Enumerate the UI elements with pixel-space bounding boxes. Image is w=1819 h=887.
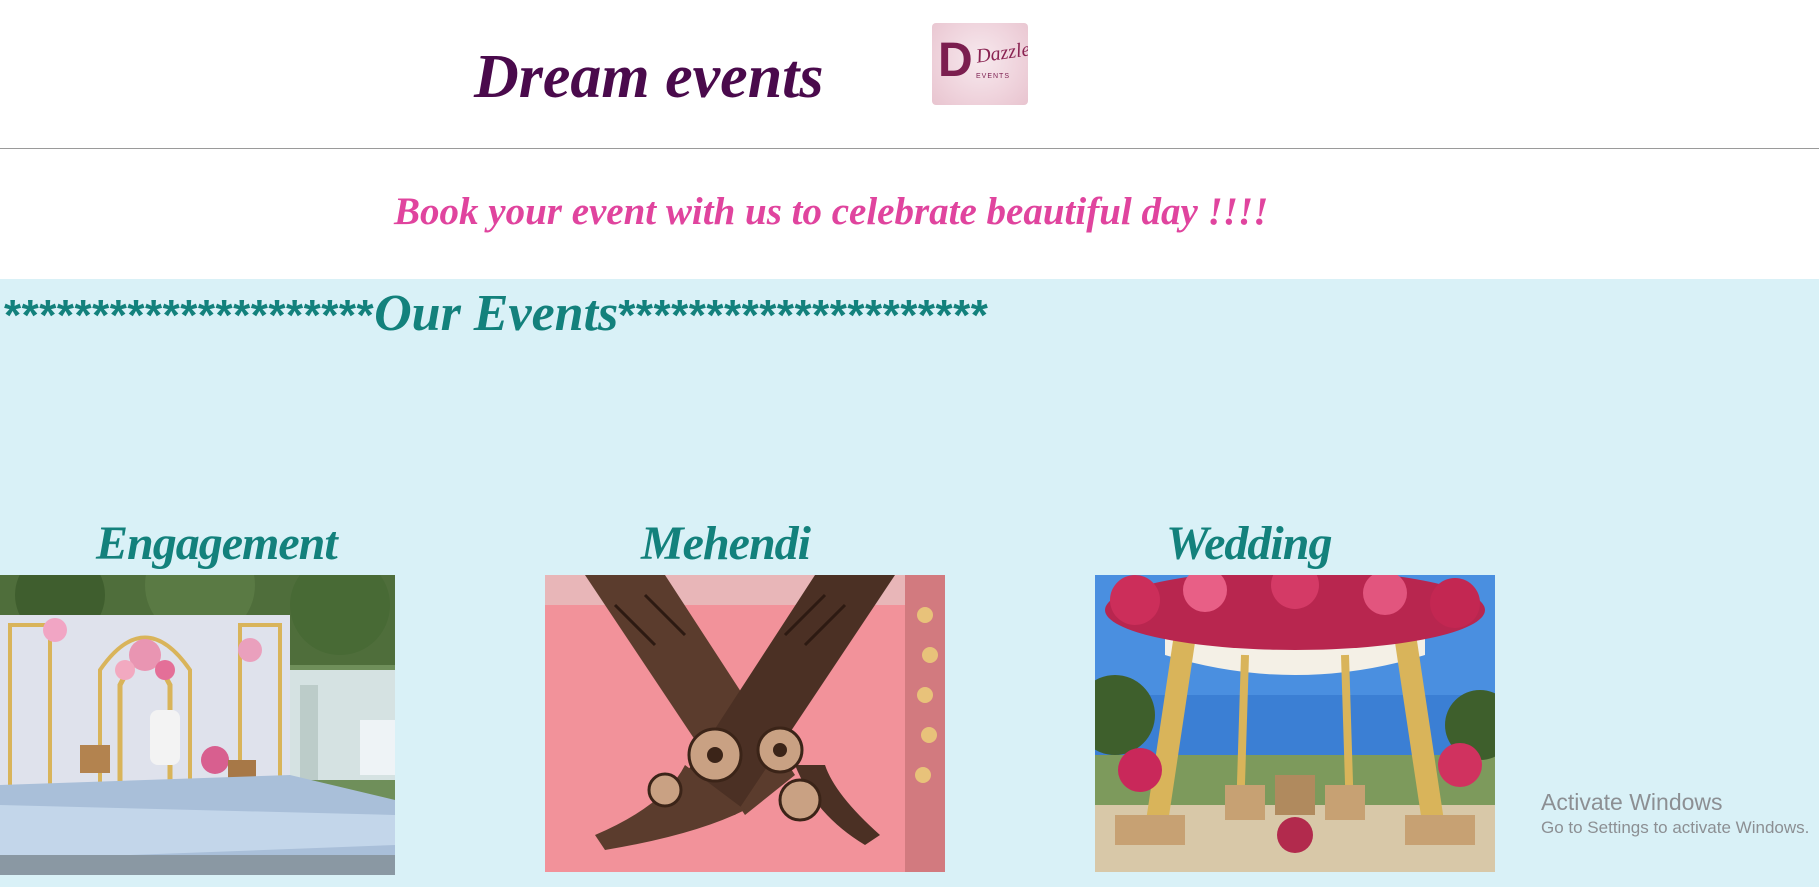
mehendi-image[interactable] (545, 575, 945, 872)
logo-script-text: Dazzle (974, 38, 1028, 68)
events-heading: *********************Our Events*********… (4, 283, 988, 345)
logo-letter: D (938, 34, 973, 87)
activate-windows-watermark: Activate Windows Go to Settings to activ… (1541, 789, 1809, 839)
heading-stars-left: ********************* (4, 291, 375, 340)
site-header: Dream events D Dazzle EVENTS (0, 0, 1819, 149)
wedding-image[interactable] (1095, 575, 1495, 872)
engagement-image[interactable] (0, 575, 395, 875)
tagline: Book your event with us to celebrate bea… (394, 190, 1269, 233)
engagement-title: Engagement (96, 517, 338, 570)
dazzle-events-logo[interactable]: D Dazzle EVENTS (932, 23, 1028, 105)
heading-text: Our Events (374, 285, 619, 342)
logo-sub-text: EVENTS (976, 73, 1011, 80)
header-divider (0, 148, 1819, 149)
site-title: Dream events (474, 43, 824, 111)
heading-stars-right: ********************* (618, 291, 989, 340)
watermark-title: Activate Windows (1541, 789, 1723, 815)
mehendi-title: Mehendi (641, 517, 811, 570)
wedding-title: Wedding (1166, 517, 1332, 570)
watermark-subtitle: Go to Settings to activate Windows. (1541, 817, 1810, 837)
